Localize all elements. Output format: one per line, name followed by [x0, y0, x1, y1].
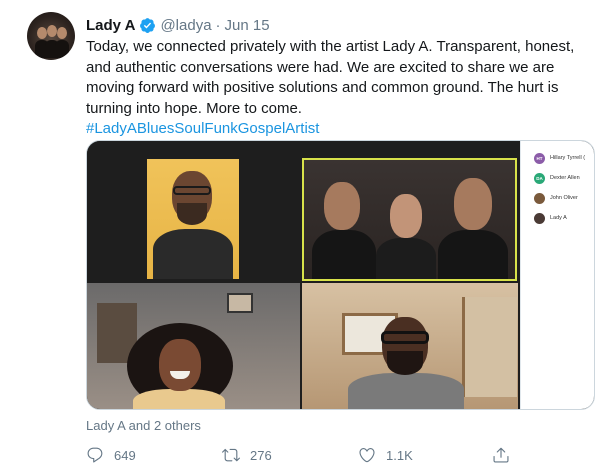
like-icon: [359, 448, 375, 463]
reply-count: 649: [114, 447, 136, 463]
participant-item: Lady A: [534, 211, 567, 225]
share-button[interactable]: [492, 445, 520, 465]
liked-by[interactable]: Lady A and 2 others: [86, 418, 201, 433]
retweet-icon: [222, 448, 240, 462]
retweet-button[interactable]: 276: [222, 445, 272, 465]
tweet-body: Today, we connected privately with the a…: [86, 37, 591, 140]
reply-icon: [87, 447, 103, 463]
tweet-date[interactable]: Jun 15: [225, 17, 270, 34]
participant-avatar: HT: [534, 152, 545, 164]
participants-panel: HT Hillary Tyrrell ( DA Dexter Allen Joh…: [520, 141, 594, 409]
like-button[interactable]: 1.1K: [358, 445, 413, 465]
participant-name: Dexter Allen: [550, 175, 580, 181]
participant-item: John Oliver: [534, 191, 578, 205]
participant-name: Lady A: [550, 215, 567, 221]
verified-badge-icon: [140, 17, 156, 33]
participant-item: DA Dexter Allen: [534, 171, 580, 185]
participant-name: John Oliver: [550, 195, 578, 201]
participant-item: HT Hillary Tyrrell (: [534, 151, 585, 165]
like-count: 1.1K: [386, 447, 413, 463]
tweet-media-video-call[interactable]: HT Hillary Tyrrell ( DA Dexter Allen Joh…: [86, 140, 595, 410]
action-bar: 649 276 1.1K: [86, 445, 586, 465]
participant-avatar: DA: [534, 172, 545, 184]
tweet: Lady A @ladya · Jun 15 Today, we connect…: [0, 0, 611, 476]
separator-dot: ·: [215, 16, 221, 34]
video-tile-1: [87, 141, 300, 279]
hashtag-link[interactable]: #LadyABluesSoulFunkGospelArtist: [86, 119, 591, 140]
author-name[interactable]: Lady A: [86, 17, 135, 34]
retweet-count: 276: [250, 447, 272, 463]
reply-button[interactable]: 649: [86, 445, 136, 465]
author-handle[interactable]: @ladya: [160, 17, 211, 34]
video-tile-2: [302, 158, 517, 281]
video-tile-3: [87, 283, 300, 409]
share-icon: [493, 447, 509, 463]
video-tile-4: [302, 283, 518, 409]
participant-name: Hillary Tyrrell (: [550, 155, 586, 161]
tweet-header: Lady A @ladya · Jun 15: [86, 14, 270, 36]
tweet-text: Today, we connected privately with the a…: [86, 38, 575, 117]
participant-avatar: [534, 212, 545, 224]
participant-avatar: [534, 192, 545, 204]
author-avatar[interactable]: [27, 12, 75, 60]
